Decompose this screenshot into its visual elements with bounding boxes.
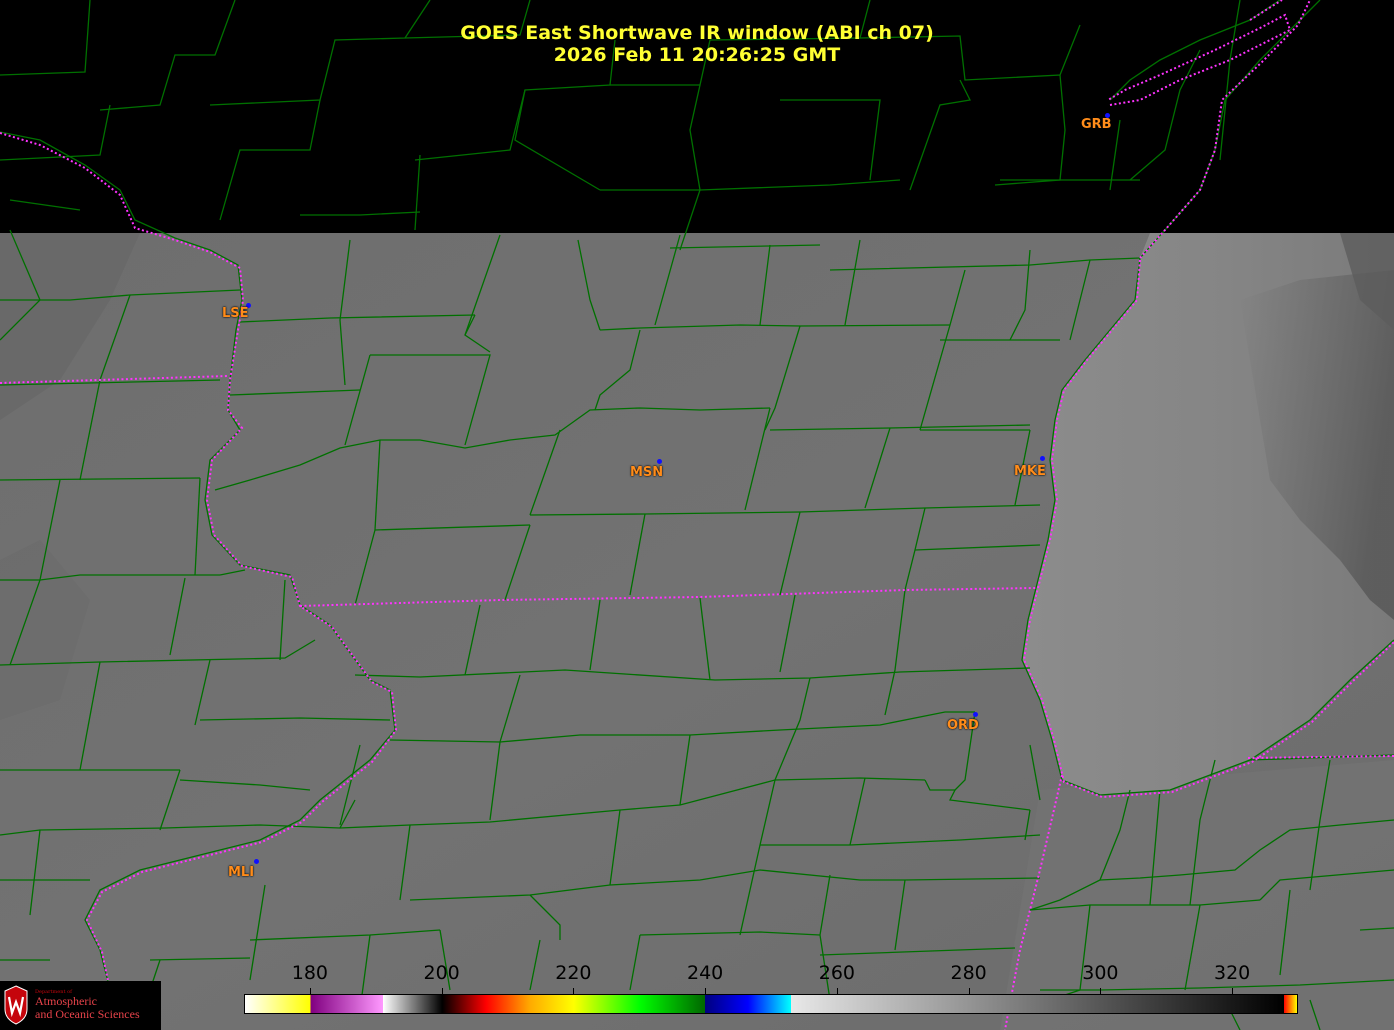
city-label-msn: MSN <box>630 465 664 480</box>
colorbar-tick-label: 260 <box>818 962 856 984</box>
colorbar-tick-mark <box>968 988 970 994</box>
colorbar-tick-label: 320 <box>1213 962 1251 984</box>
station-dot-ord <box>973 712 978 717</box>
city-label-mli: MLI <box>228 865 255 880</box>
city-label-mke: MKE <box>1014 464 1046 479</box>
station-dot-msn <box>657 459 662 464</box>
colorbar-tick-mark <box>705 988 707 994</box>
uw-crest-icon <box>4 985 28 1025</box>
map-title: GOES East Shortwave IR window (ABI ch 07… <box>460 22 934 44</box>
colorbar-tick-mark <box>1100 988 1102 994</box>
city-label-ord: ORD <box>947 718 979 733</box>
temperature-colorbar <box>244 994 1298 1014</box>
colorbar-tick-label: 300 <box>1082 962 1119 984</box>
colorbar-tick-mark <box>1232 988 1234 994</box>
colorbar-tick-label: 180 <box>291 962 329 984</box>
map-timestamp: 2026 Feb 11 20:26:25 GMT <box>553 44 841 66</box>
colorbar-tick-mark <box>441 988 443 994</box>
colorbar-tick-mark <box>573 988 575 994</box>
aos-logo: Department of Atmospheric and Oceanic Sc… <box>0 981 161 1030</box>
logo-line2: and Oceanic Sciences <box>35 1007 140 1021</box>
colorbar-tick-label: 240 <box>686 962 724 984</box>
colorbar-tick-label: 280 <box>950 962 987 984</box>
colorbar-tick-label: 200 <box>423 962 460 984</box>
colorbar-tick-mark <box>309 988 311 994</box>
colorbar-tick-label: 220 <box>555 962 592 984</box>
colorbar-tick-mark <box>836 988 838 994</box>
station-dot-mli <box>254 859 259 864</box>
city-label-grb: GRB <box>1081 117 1112 132</box>
city-label-lse: LSE <box>222 306 249 321</box>
satellite-map <box>0 0 1394 1030</box>
station-dot-mke <box>1040 456 1045 461</box>
